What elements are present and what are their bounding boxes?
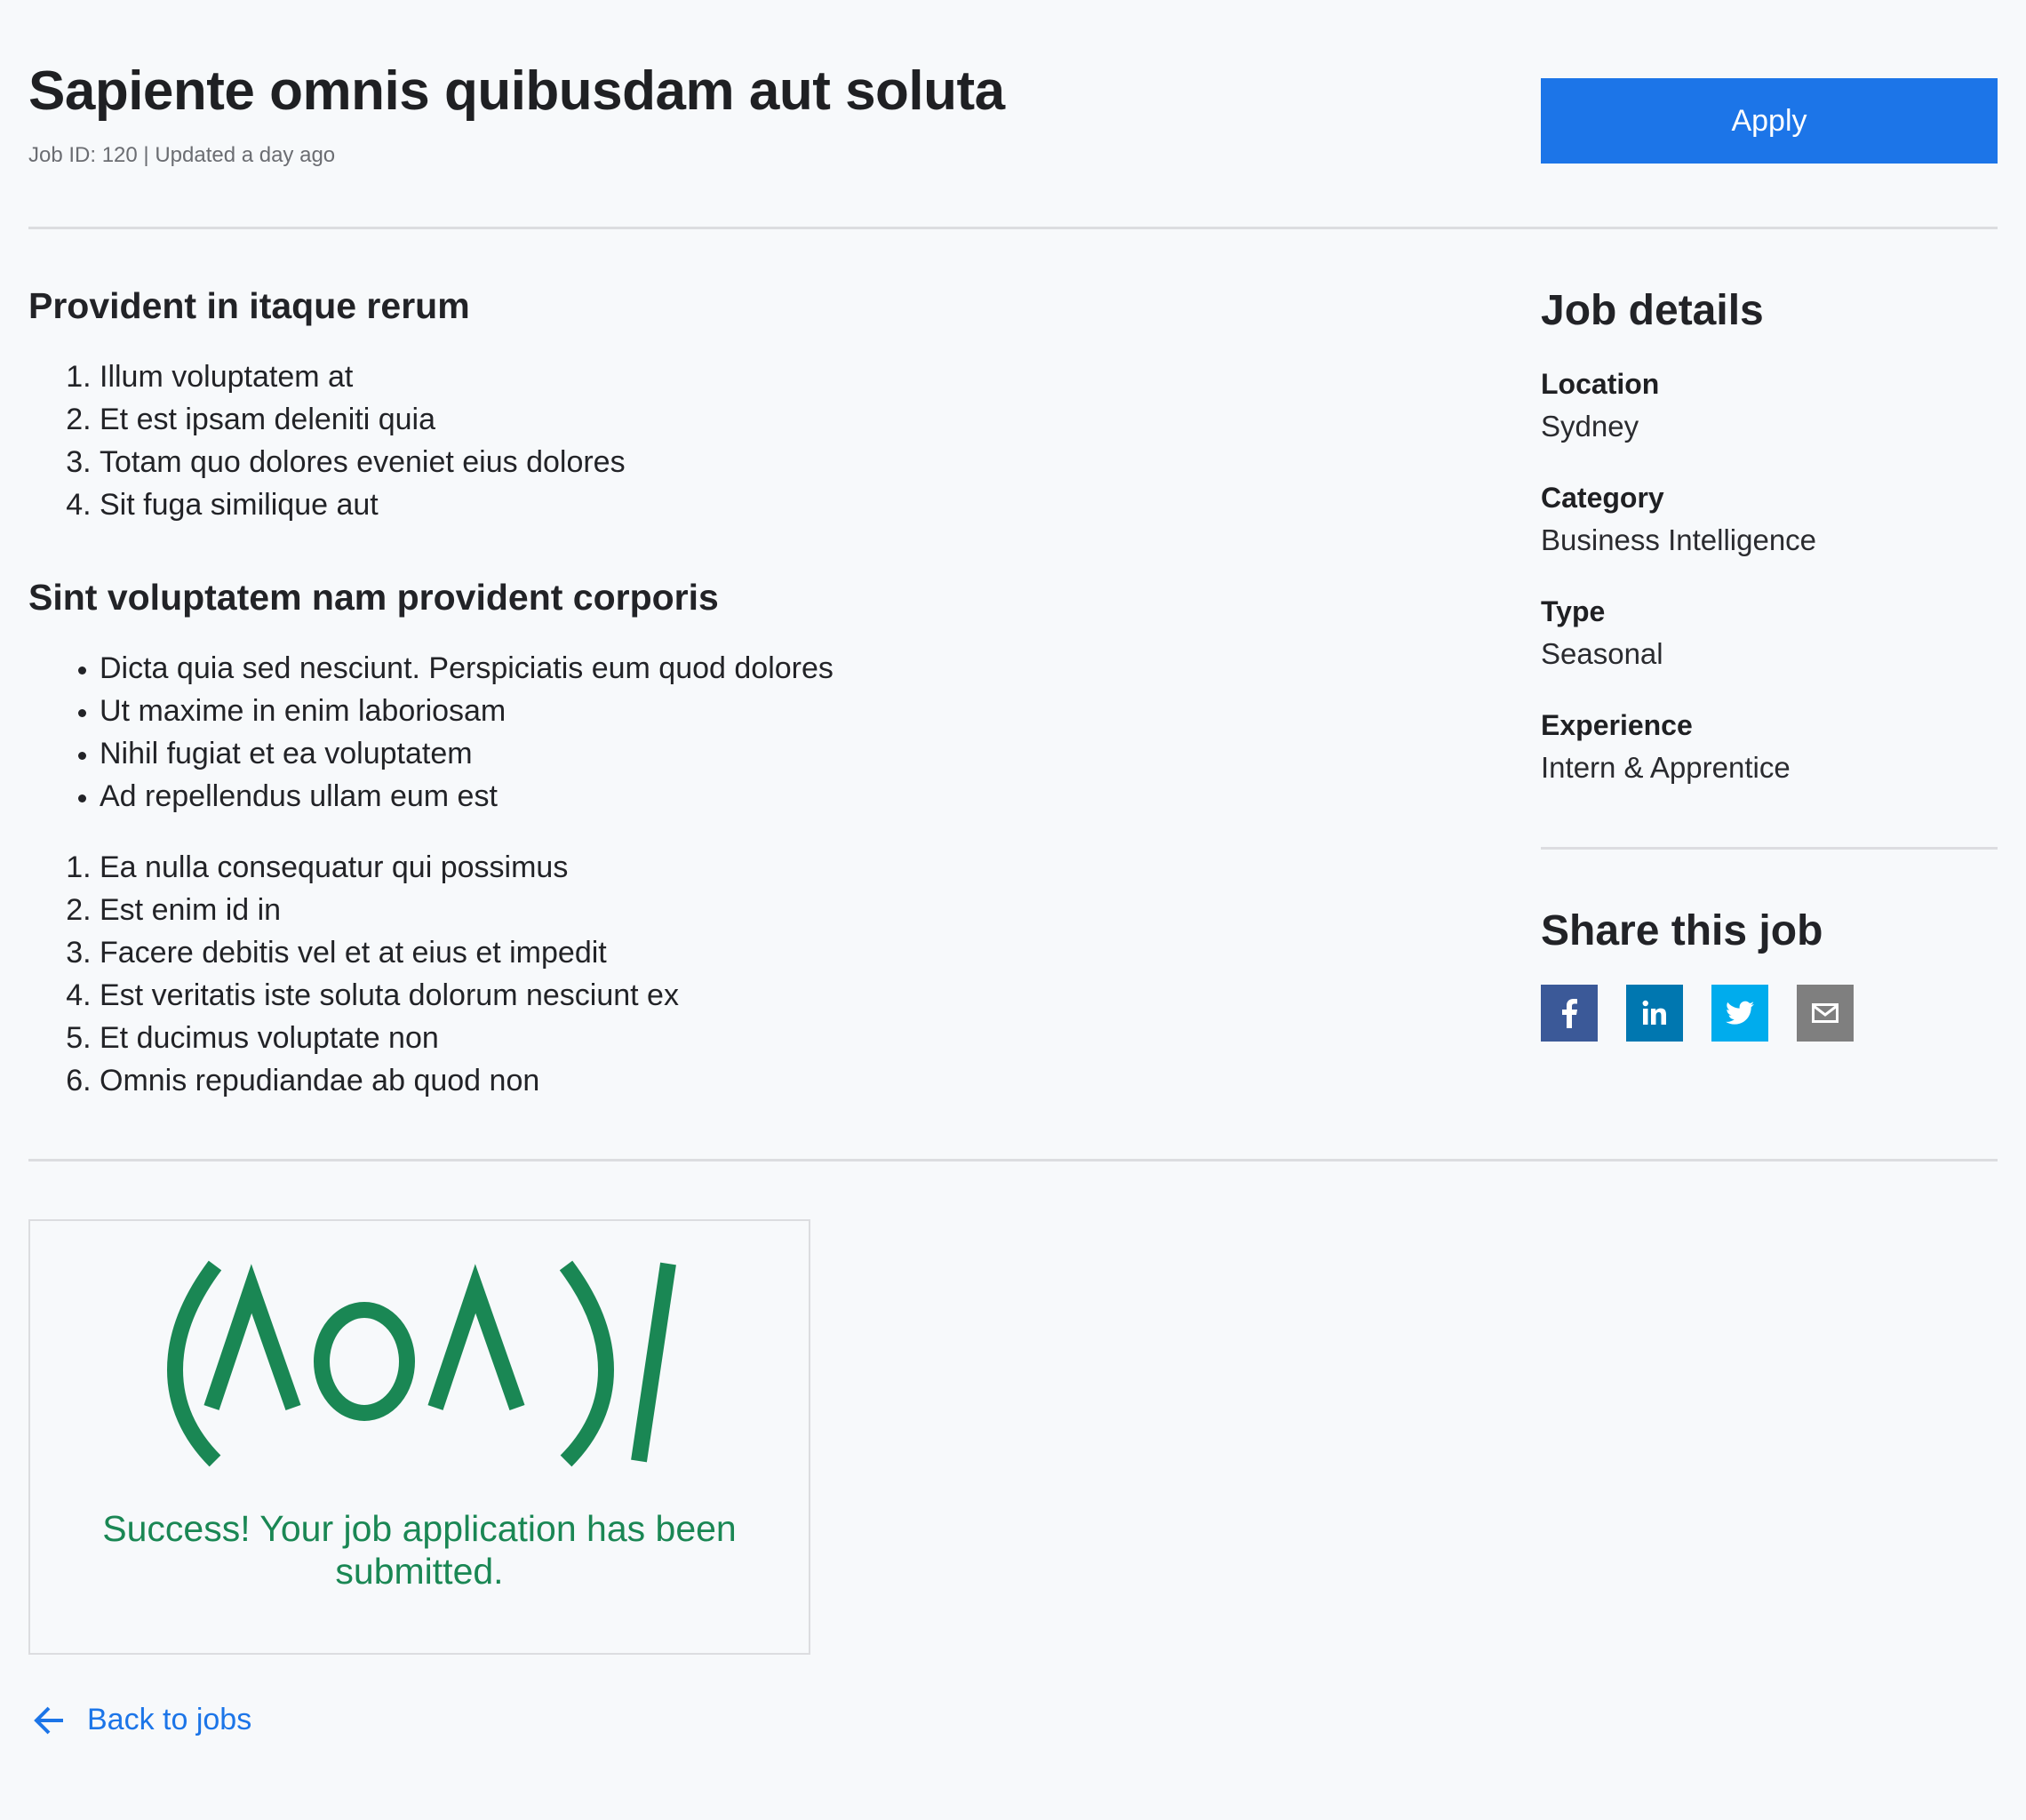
list-item: Ut maxime in enim laboriosam bbox=[100, 690, 834, 732]
facebook-icon bbox=[1562, 999, 1577, 1028]
linkedin-icon bbox=[1642, 1000, 1666, 1025]
list-item: Dicta quia sed nesciunt. Perspiciatis eu… bbox=[100, 647, 834, 690]
job-meta: Job ID: 120 | Updated a day ago bbox=[28, 143, 336, 167]
email-icon bbox=[1812, 1003, 1839, 1023]
job-details-heading: Job details bbox=[1541, 287, 1764, 334]
twitter-icon bbox=[1726, 1001, 1754, 1025]
detail-label-type: Type bbox=[1541, 595, 1606, 627]
detail-label-location: Location bbox=[1541, 368, 1660, 400]
detail-label-category: Category bbox=[1541, 482, 1664, 514]
share-facebook-button[interactable] bbox=[1541, 985, 1598, 1042]
list-item: Totam quo dolores eveniet eius dolores bbox=[100, 441, 626, 483]
list-item: Omnis repudiandae ab quod non bbox=[100, 1059, 679, 1102]
share-twitter-button[interactable] bbox=[1711, 985, 1768, 1042]
success-message: Success! Your job application has been s… bbox=[102, 1508, 737, 1592]
list-item: Nihil fugiat et ea voluptatem bbox=[100, 732, 834, 775]
list-item: Ad repellendus ullam eum est bbox=[100, 775, 834, 818]
header-divider bbox=[28, 227, 1998, 229]
share-buttons bbox=[1541, 985, 1854, 1042]
success-panel: Success! Your job application has been s… bbox=[28, 1219, 810, 1655]
success-emoticon bbox=[30, 1257, 809, 1474]
apply-button[interactable]: Apply bbox=[1541, 78, 1998, 164]
ordered-list: Illum voluptatem at Et est ipsam delenit… bbox=[0, 355, 626, 526]
list-item: Ea nulla consequatur qui possimus bbox=[100, 846, 679, 889]
list-item: Illum voluptatem at bbox=[100, 355, 626, 398]
share-linkedin-button[interactable] bbox=[1626, 985, 1683, 1042]
job-title: Sapiente omnis quibusdam aut soluta bbox=[28, 60, 1005, 122]
section-heading: Sint voluptatem nam provident corporis bbox=[28, 577, 719, 618]
content-divider bbox=[28, 1159, 1998, 1161]
celebration-emoticon-icon bbox=[167, 1260, 676, 1467]
section-heading: Provident in itaque rerum bbox=[28, 285, 470, 326]
back-to-jobs-link[interactable]: Back to jobs bbox=[34, 1703, 251, 1737]
list-item: Et est ipsam deleniti quia bbox=[100, 398, 626, 441]
sidebar-divider bbox=[1541, 847, 1998, 850]
list-item: Facere debitis vel et at eius et impedit bbox=[100, 931, 679, 974]
bullet-list: Dicta quia sed nesciunt. Perspiciatis eu… bbox=[0, 647, 834, 818]
list-item: Est enim id in bbox=[100, 889, 679, 931]
share-email-button[interactable] bbox=[1797, 985, 1854, 1042]
detail-value-location: Sydney bbox=[1541, 410, 1639, 443]
share-heading: Share this job bbox=[1541, 907, 1823, 954]
ordered-list: Ea nulla consequatur qui possimus Est en… bbox=[0, 846, 679, 1102]
detail-label-experience: Experience bbox=[1541, 709, 1693, 741]
list-item: Et ducimus voluptate non bbox=[100, 1017, 679, 1059]
detail-value-type: Seasonal bbox=[1541, 637, 1663, 670]
detail-value-category: Business Intelligence bbox=[1541, 523, 1817, 556]
detail-value-experience: Intern & Apprentice bbox=[1541, 751, 1791, 784]
back-to-jobs-label: Back to jobs bbox=[87, 1703, 252, 1736]
list-item: Est veritatis iste soluta dolorum nesciu… bbox=[100, 974, 679, 1017]
list-item: Sit fuga similique aut bbox=[100, 483, 626, 526]
arrow-left-icon bbox=[34, 1706, 63, 1734]
